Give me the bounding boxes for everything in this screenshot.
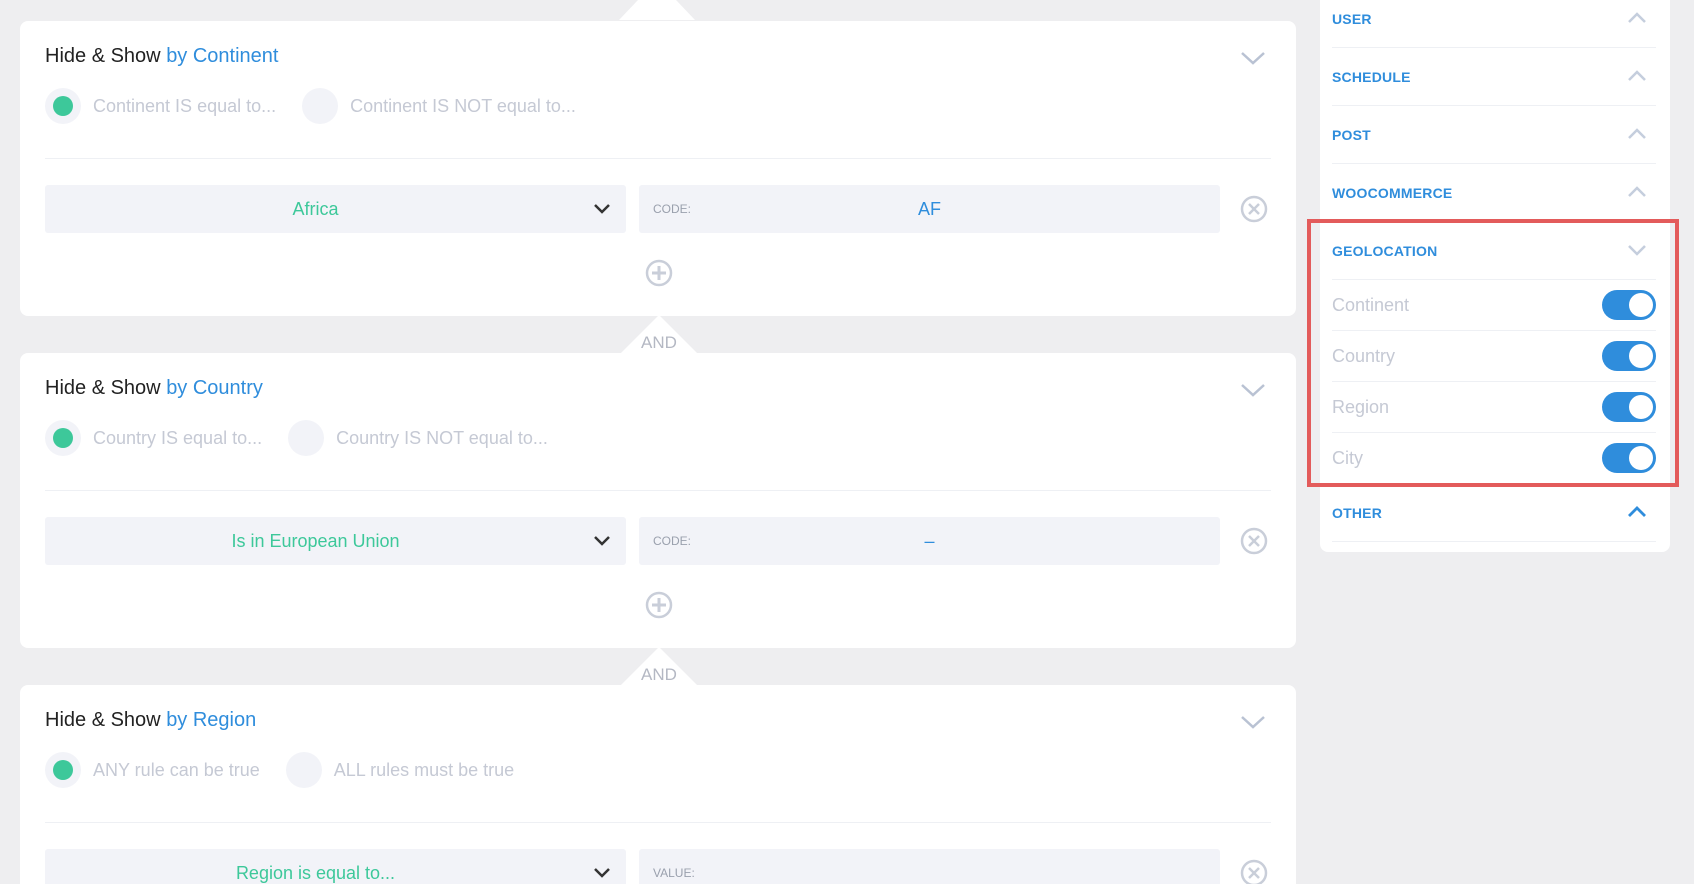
radio-option-selected[interactable]: Continent IS equal to... bbox=[45, 88, 276, 124]
select-value: Region is equal to... bbox=[235, 862, 396, 883]
code-field: CODE: AF bbox=[639, 185, 1220, 233]
chevron-down-icon[interactable] bbox=[1238, 377, 1268, 401]
region-toggle[interactable] bbox=[1602, 392, 1656, 422]
geolocation-item-country: Country bbox=[1332, 331, 1656, 382]
chevron-up-icon bbox=[1628, 186, 1646, 197]
country-select[interactable]: Is in European Union bbox=[45, 517, 626, 565]
rule-title: Hide & Show by Region bbox=[45, 709, 256, 732]
conditions-sidebar: USER SCHEDULE POST WOOCOMMERCE GEOLOCATI… bbox=[1320, 0, 1670, 552]
radio-option-selected[interactable]: ANY rule can be true bbox=[45, 752, 260, 788]
chevron-down-icon[interactable] bbox=[1238, 45, 1268, 69]
chevron-up-icon bbox=[1628, 12, 1646, 23]
sidebar-section-other[interactable]: OTHER bbox=[1332, 484, 1656, 542]
radio-label: Country IS NOT equal to... bbox=[336, 427, 548, 448]
radio-button-checked[interactable] bbox=[45, 420, 81, 456]
sidebar-section-schedule[interactable]: SCHEDULE bbox=[1332, 48, 1656, 106]
chevron-up-icon bbox=[1628, 128, 1646, 139]
toggle-label: Region bbox=[1332, 396, 1390, 417]
radio-label: ALL rules must be true bbox=[333, 759, 515, 780]
radio-button-checked[interactable] bbox=[45, 88, 81, 124]
close-circle-icon[interactable] bbox=[1240, 859, 1268, 884]
section-label: WOOCOMMERCE bbox=[1332, 184, 1453, 201]
radio-option-unselected[interactable]: Continent IS NOT equal to... bbox=[302, 88, 576, 124]
toggle-label: Continent bbox=[1332, 294, 1410, 315]
close-circle-icon[interactable] bbox=[1240, 527, 1268, 555]
chevron-down-icon bbox=[594, 204, 610, 214]
rule-title: Hide & Show by Country bbox=[45, 377, 263, 400]
rule-card-country: Hide & Show by Country Country IS equal … bbox=[20, 353, 1296, 648]
match-mode-radio-group: ANY rule can be true ALL rules must be t… bbox=[45, 752, 540, 788]
chevron-down-icon bbox=[594, 868, 610, 878]
city-toggle[interactable] bbox=[1602, 443, 1656, 473]
rule-title: Hide & Show by Continent bbox=[45, 45, 278, 68]
continent-toggle[interactable] bbox=[1602, 290, 1656, 320]
geolocation-item-continent: Continent bbox=[1332, 280, 1656, 331]
plus-circle-icon[interactable] bbox=[645, 259, 673, 287]
value-input[interactable] bbox=[639, 849, 1220, 884]
chevron-down-icon bbox=[1628, 245, 1646, 256]
select-value: Is in European Union bbox=[231, 530, 400, 551]
match-mode-radio-group: Continent IS equal to... Continent IS NO… bbox=[45, 88, 602, 124]
close-circle-icon[interactable] bbox=[1240, 195, 1268, 223]
rule-title-prefix: Hide & Show bbox=[45, 377, 161, 399]
radio-button-unchecked[interactable] bbox=[288, 420, 325, 456]
chevron-up-icon bbox=[1628, 506, 1646, 517]
radio-label: Country IS equal to... bbox=[93, 427, 263, 448]
continent-select[interactable]: Africa bbox=[45, 185, 626, 233]
rule-title-accent: by Region bbox=[166, 709, 257, 731]
radio-label: Continent IS NOT equal to... bbox=[350, 95, 576, 116]
section-label: SCHEDULE bbox=[1332, 68, 1411, 85]
and-label: AND bbox=[641, 665, 677, 684]
divider bbox=[45, 158, 1271, 159]
sidebar-section-woocommerce[interactable]: WOOCOMMERCE bbox=[1332, 164, 1656, 222]
select-value: Africa bbox=[292, 198, 339, 219]
divider bbox=[45, 822, 1271, 823]
rule-card-continent: Hide & Show by Continent Continent IS eq… bbox=[20, 21, 1296, 316]
divider bbox=[45, 490, 1271, 491]
geolocation-item-city: City bbox=[1332, 433, 1656, 484]
toggle-label: City bbox=[1332, 448, 1363, 468]
code-value: AF bbox=[917, 198, 941, 219]
code-field: CODE: – bbox=[639, 517, 1220, 565]
radio-label: Continent IS equal to... bbox=[93, 95, 277, 116]
radio-option-unselected[interactable]: ALL rules must be true bbox=[285, 752, 515, 788]
match-mode-radio-group: Country IS equal to... Country IS NOT eq… bbox=[45, 420, 574, 456]
region-select[interactable]: Region is equal to... bbox=[45, 849, 626, 884]
section-label: POST bbox=[1332, 126, 1371, 143]
radio-button-checked[interactable] bbox=[45, 752, 81, 788]
section-label: GEOLOCATION bbox=[1332, 242, 1438, 259]
radio-button-unchecked[interactable] bbox=[285, 752, 322, 788]
and-connector: AND bbox=[619, 315, 699, 355]
value-field[interactable]: VALUE: bbox=[639, 849, 1220, 884]
and-connector: AND bbox=[619, 647, 699, 687]
rule-title-accent: by Continent bbox=[166, 45, 279, 67]
section-label: OTHER bbox=[1332, 504, 1382, 521]
connector-notch bbox=[619, 0, 695, 20]
radio-option-unselected[interactable]: Country IS NOT equal to... bbox=[288, 420, 548, 456]
sidebar-section-user[interactable]: USER bbox=[1332, 0, 1656, 48]
geolocation-item-region: Region bbox=[1332, 382, 1656, 433]
sidebar-section-post[interactable]: POST bbox=[1332, 106, 1656, 164]
toggle-label: Country bbox=[1332, 345, 1396, 366]
code-value: – bbox=[924, 530, 935, 551]
rule-title-prefix: Hide & Show bbox=[45, 45, 161, 67]
country-toggle[interactable] bbox=[1602, 341, 1656, 371]
chevron-up-icon bbox=[1628, 70, 1646, 81]
chevron-down-icon bbox=[594, 536, 610, 546]
radio-option-selected[interactable]: Country IS equal to... bbox=[45, 420, 262, 456]
and-label: AND bbox=[641, 333, 677, 352]
rule-card-region: Hide & Show by Region ANY rule can be tr… bbox=[20, 685, 1296, 884]
plus-circle-icon[interactable] bbox=[645, 591, 673, 619]
chevron-down-icon[interactable] bbox=[1238, 709, 1268, 733]
radio-label: ANY rule can be true bbox=[93, 759, 260, 780]
rule-title-prefix: Hide & Show bbox=[45, 709, 161, 731]
rule-title-accent: by Country bbox=[166, 377, 263, 399]
radio-button-unchecked[interactable] bbox=[302, 88, 339, 124]
sidebar-section-geolocation[interactable]: GEOLOCATION bbox=[1332, 222, 1656, 280]
section-label: USER bbox=[1332, 10, 1372, 27]
